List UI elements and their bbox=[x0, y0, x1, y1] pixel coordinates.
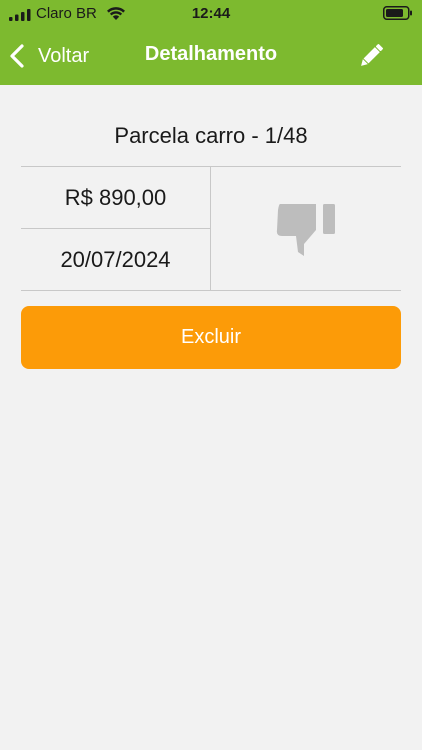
installment-title: Parcela carro - 1/48 bbox=[114, 123, 308, 148]
navigation-bar: Voltar Detalhamento bbox=[0, 28, 422, 85]
thumbs-down-icon bbox=[276, 203, 335, 256]
pencil-icon[interactable] bbox=[356, 41, 386, 71]
amount-value: R$ 890,00 bbox=[21, 167, 211, 229]
due-date-value: 20/07/2024 bbox=[21, 229, 211, 290]
status-bar: Claro BR 12:44 bbox=[0, 0, 422, 28]
detail-grid: R$ 890,00 20/07/2024 bbox=[21, 166, 401, 291]
battery-icon bbox=[383, 6, 412, 20]
payment-status bbox=[211, 167, 401, 290]
delete-button[interactable]: Excluir bbox=[21, 306, 401, 369]
detail-screen: Claro BR 12:44 Voltar Detalhamento Parce… bbox=[0, 0, 422, 750]
header: Claro BR 12:44 Voltar Detalhamento bbox=[0, 0, 422, 85]
clock: 12:44 bbox=[191, 5, 231, 22]
